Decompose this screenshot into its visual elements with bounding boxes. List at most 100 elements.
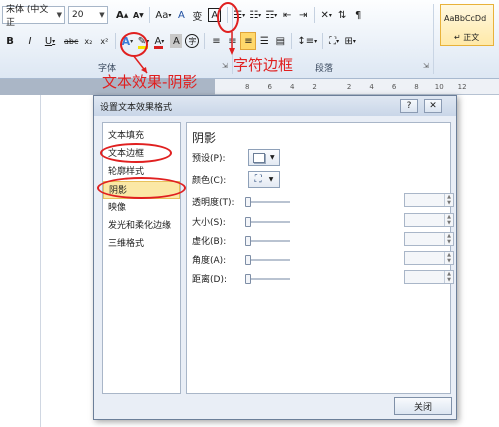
angle-slider[interactable] [245, 255, 290, 265]
close-button[interactable]: 关闭 [394, 397, 452, 415]
ruler-mark: 6 [391, 82, 397, 91]
color-row: 颜色(C): ⛶ ▼ [192, 171, 280, 188]
paint-bucket-icon: ⛶ [329, 35, 337, 47]
close-icon[interactable]: ✕ [424, 99, 442, 113]
spin-arrows-icon[interactable]: ▲ ▼ [444, 214, 453, 226]
spin-arrows-icon[interactable]: ▲ ▼ [444, 233, 453, 245]
chevron-down-icon: ▼ [268, 176, 274, 183]
style-normal[interactable]: AaBbCcDd ↵ 正文 [440, 4, 494, 46]
transparency-row: 透明度(T): [192, 195, 248, 208]
sort-button[interactable]: ⇅ [334, 6, 350, 24]
align-right-button[interactable]: ≡ [240, 32, 257, 50]
slider-thumb[interactable] [245, 274, 251, 284]
dialog-launcher-icon[interactable]: ⇲ [222, 62, 228, 70]
chevron-down-icon: ▼ [270, 154, 275, 161]
transparency-spinner[interactable]: ▲ ▼ [404, 193, 454, 207]
distance-spinner[interactable]: ▲ ▼ [404, 270, 454, 284]
size-spinner[interactable]: ▲ ▼ [404, 213, 454, 227]
multilevel-list-button[interactable]: ☶ ▾ [263, 6, 279, 24]
line-spacing-button[interactable]: ↕≡ ▾ [295, 32, 319, 50]
clear-format-icon[interactable]: A [173, 6, 189, 24]
ruler-mark: 4 [289, 82, 295, 91]
justify-button[interactable]: ☰ [256, 32, 272, 50]
style-sample: AaBbCcDd [444, 14, 487, 23]
divider [204, 33, 206, 49]
chinese-layout-icon: ✕ [320, 9, 329, 21]
annotation-text-effect: 文本效果-阴影 [102, 73, 198, 91]
numbering-icon: ☷ [249, 9, 259, 21]
decrease-indent-icon: ⇤ [283, 9, 292, 21]
slider-track [245, 221, 290, 223]
divider [322, 33, 324, 49]
slider-thumb[interactable] [245, 236, 251, 246]
enclosed-char-button[interactable]: 字 [185, 34, 200, 48]
transparency-slider[interactable] [245, 197, 290, 207]
blur-spinner[interactable]: ▲ ▼ [404, 232, 454, 246]
chevron-down-icon: ▼ [56, 11, 62, 19]
nav-item-3d-format[interactable]: 三维格式 [103, 235, 180, 253]
decrease-indent-button[interactable]: ⇤ [279, 6, 295, 24]
font-color-button[interactable]: A ▾ [151, 32, 167, 50]
font-size-combo[interactable]: 20 ▼ [68, 6, 108, 24]
page-margin [40, 95, 41, 427]
dialog-launcher-icon[interactable]: ⇲ [423, 62, 429, 70]
transparency-label: 透明度(T): [192, 198, 235, 208]
italic-button[interactable]: I [22, 32, 38, 50]
slider-thumb[interactable] [245, 217, 251, 227]
bold-button[interactable]: B [2, 32, 18, 50]
chinese-layout-button[interactable]: ✕ ▾ [318, 6, 334, 24]
font-color-bar [154, 45, 164, 49]
align-left-icon: ≡ [212, 35, 221, 47]
align-left-button[interactable]: ≡ [208, 32, 224, 50]
numbering-button[interactable]: ☷ ▾ [247, 6, 263, 24]
help-button[interactable]: ? [400, 99, 418, 113]
strikethrough-button[interactable]: abc [62, 32, 80, 50]
increase-indent-icon: ⇥ [299, 9, 308, 21]
slider-track [245, 201, 290, 203]
ruler-mark: 8 [245, 82, 250, 91]
underline-button[interactable]: U ▾ [42, 32, 58, 50]
paragraph-mark-icon: ¶ [355, 9, 362, 21]
shading-button[interactable]: ⛶ ▾ [326, 32, 342, 50]
spin-arrows-icon[interactable]: ▲ ▼ [444, 271, 453, 283]
dialog-title: 设置文本效果格式 [100, 102, 173, 113]
char-shading-button[interactable]: A [170, 34, 183, 48]
blur-slider[interactable] [245, 236, 290, 246]
phonetic-guide-button[interactable]: 变 [189, 6, 205, 24]
grow-font-button[interactable]: A ▲ [114, 6, 130, 24]
annotation-circle [100, 143, 172, 163]
angle-spinner[interactable]: ▲ ▼ [404, 251, 454, 265]
show-marks-button[interactable]: ¶ [350, 6, 366, 24]
blur-row: 虚化(B): [192, 234, 248, 247]
slider-thumb[interactable] [245, 255, 251, 265]
nav-item-glow-soft-edges[interactable]: 发光和柔化边缘 [103, 217, 180, 235]
ruler-mark: 8 [414, 82, 419, 91]
slider-thumb[interactable] [245, 197, 251, 207]
shrink-font-button[interactable]: A ▼ [130, 6, 146, 24]
distance-slider[interactable] [245, 274, 290, 284]
annotation-char-border: 字符边框 [233, 56, 294, 74]
font-name-combo[interactable]: 宋体 (中文正 ▼ [2, 5, 65, 28]
increase-indent-button[interactable]: ⇥ [295, 6, 311, 24]
panel-title: 阴影 [192, 131, 217, 145]
ruler-mark: 12 [457, 82, 467, 91]
spin-arrows-icon[interactable]: ▲ ▼ [444, 252, 453, 264]
distribute-button[interactable]: ▤ [272, 32, 288, 50]
ruler-mark: 4 [369, 82, 374, 91]
subscript-button[interactable]: x₂ [80, 32, 96, 50]
spin-arrows-icon[interactable]: ▲ ▼ [444, 194, 453, 206]
color-dropdown[interactable]: ⛶ ▼ [248, 171, 280, 188]
size-slider[interactable] [245, 217, 290, 227]
annotation-circle [120, 32, 148, 57]
preset-dropdown[interactable]: ▼ [248, 149, 280, 166]
slider-track [245, 278, 290, 280]
change-case-button[interactable]: Aa ▾ [153, 6, 173, 24]
borders-button[interactable]: ⊞ ▾ [342, 32, 358, 50]
divider [291, 33, 293, 49]
ruler-mark: 2 [346, 82, 352, 91]
nav-item-reflection[interactable]: 映像 [103, 199, 180, 217]
size-label: 大小(S): [192, 218, 226, 228]
superscript-button[interactable]: x² [96, 32, 112, 50]
annotation-circle [217, 2, 239, 33]
ruler-mark: 10 [434, 82, 444, 91]
